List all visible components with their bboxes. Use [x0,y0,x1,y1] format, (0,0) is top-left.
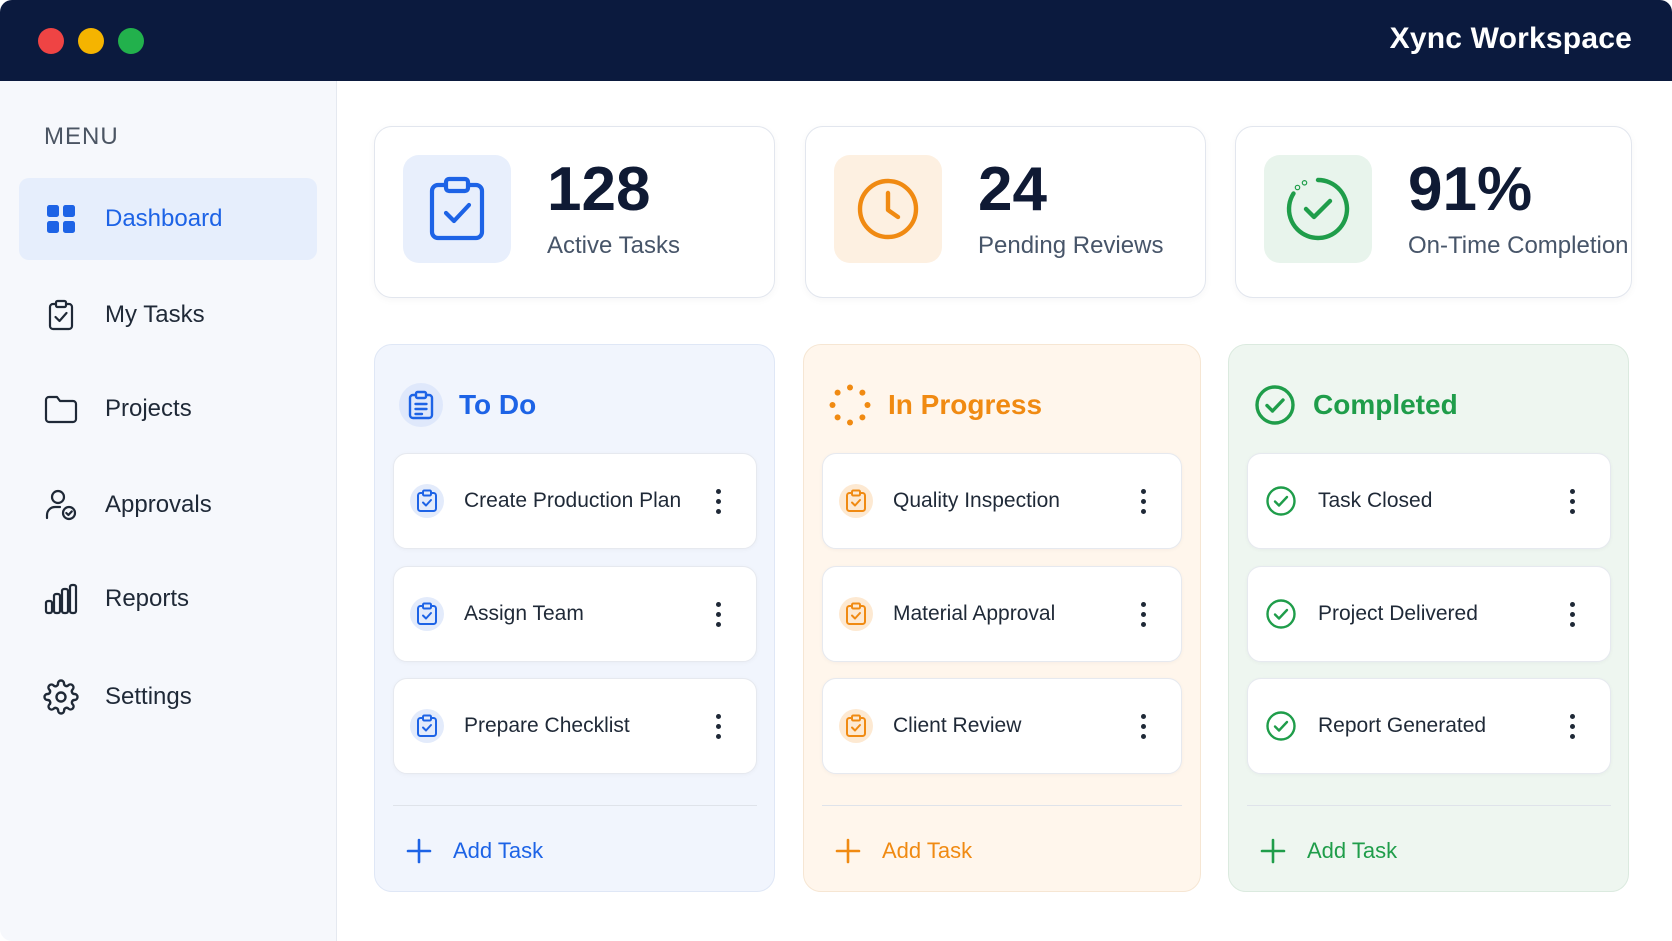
app-window: Xync Workspace MENU Dashboard My Tasks P… [0,0,1672,941]
spinner-icon [828,383,872,427]
column-title: In Progress [888,389,1043,420]
check-circle-icon [1264,155,1372,263]
divider [393,805,757,806]
add-task-label: Add Task [1307,838,1398,863]
grid-icon [43,201,79,237]
stat-value: 91% [1408,155,1533,224]
column-completed: Completed Task Closed Project Delivered [1228,344,1629,892]
main-content: 128 Active Tasks 24 Pending Reviews 91% … [337,81,1672,941]
task-title: Create Production Plan [464,489,682,512]
more-options-icon[interactable] [700,701,736,751]
stat-card-on-time-completion: 91% On-Time Completion [1235,126,1632,298]
divider [822,805,1182,806]
check-circle-icon [1264,709,1298,743]
stat-label: Active Tasks [547,232,680,259]
more-options-icon[interactable] [1554,589,1590,639]
more-options-icon[interactable] [1554,701,1590,751]
folder-icon [43,391,79,427]
stat-value: 128 [547,155,651,224]
sidebar-item-label: Approvals [105,491,212,518]
task-card[interactable]: Assign Team [393,566,757,662]
more-options-icon[interactable] [1125,589,1161,639]
column-title: Completed [1313,389,1458,420]
more-options-icon[interactable] [700,589,736,639]
clock-icon [834,155,942,263]
task-title: Assign Team [464,602,584,625]
check-circle-icon [1264,597,1298,631]
plus-icon [835,838,861,864]
sidebar-item-label: Settings [105,683,192,710]
stat-label: On-Time Completion [1408,232,1629,259]
more-options-icon[interactable] [1554,476,1590,526]
clipboard-check-icon [43,297,79,333]
column-to-do: To Do Create Production Plan Assign Team [374,344,775,892]
sidebar-item-reports[interactable]: Reports [19,558,317,640]
sidebar-item-label: Dashboard [105,205,223,232]
task-title: Prepare Checklist [464,714,630,737]
sidebar-item-label: My Tasks [105,301,205,328]
close-window-button[interactable] [38,28,64,54]
stat-card-pending-reviews: 24 Pending Reviews [805,126,1206,298]
task-card[interactable]: Prepare Checklist [393,678,757,774]
stat-label: Pending Reviews [978,232,1164,259]
app-title: Xync Workspace [1389,22,1632,55]
more-options-icon[interactable] [1125,701,1161,751]
sidebar-item-approvals[interactable]: Approvals [19,464,317,546]
check-circle-icon [1253,383,1297,427]
title-bar: Xync Workspace [0,0,1672,81]
check-circle-icon [1264,484,1298,518]
task-title: Client Review [893,714,1022,737]
divider [1247,805,1611,806]
stat-card-active-tasks: 128 Active Tasks [374,126,775,298]
maximize-window-button[interactable] [118,28,144,54]
sidebar-item-my-tasks[interactable]: My Tasks [19,274,317,356]
task-card[interactable]: Report Generated [1247,678,1611,774]
task-card[interactable]: Task Closed [1247,453,1611,549]
clipboard-check-icon [403,155,511,263]
sidebar: MENU Dashboard My Tasks Projects Approva… [0,81,337,941]
clipboard-check-icon [839,484,873,518]
sidebar-item-projects[interactable]: Projects [19,368,317,450]
plus-icon [406,838,432,864]
column-header: Completed [1253,381,1458,429]
clipboard-list-icon [399,383,443,427]
minimize-window-button[interactable] [78,28,104,54]
column-header: To Do [399,381,536,429]
sidebar-item-settings[interactable]: Settings [19,656,317,738]
task-card[interactable]: Project Delivered [1247,566,1611,662]
task-card[interactable]: Client Review [822,678,1182,774]
more-options-icon[interactable] [1125,476,1161,526]
task-card[interactable]: Create Production Plan [393,453,757,549]
task-card[interactable]: Material Approval [822,566,1182,662]
add-task-label: Add Task [882,838,973,863]
gear-icon [43,679,79,715]
column-title: To Do [459,389,537,420]
stat-value: 24 [978,155,1047,224]
clipboard-check-icon [410,484,444,518]
plus-icon [1260,838,1286,864]
add-task-button[interactable]: Add Task [1259,829,1397,873]
clipboard-check-icon [410,709,444,743]
clipboard-check-icon [410,597,444,631]
column-in-progress: In Progress Quality Inspection Material … [803,344,1201,892]
task-title: Quality Inspection [893,489,1060,512]
more-options-icon[interactable] [700,476,736,526]
clipboard-check-icon [839,709,873,743]
user-check-icon [43,487,79,523]
task-card[interactable]: Quality Inspection [822,453,1182,549]
bar-chart-icon [43,581,79,617]
clipboard-check-icon [839,597,873,631]
column-header: In Progress [828,381,1042,429]
sidebar-item-label: Reports [105,585,190,612]
add-task-button[interactable]: Add Task [405,829,543,873]
sidebar-item-label: Projects [105,395,192,422]
add-task-button[interactable]: Add Task [834,829,972,873]
sidebar-item-dashboard[interactable]: Dashboard [19,178,317,260]
task-title: Material Approval [893,602,1056,625]
menu-label: MENU [44,123,119,150]
task-title: Task Closed [1318,489,1433,512]
add-task-label: Add Task [453,838,544,863]
task-title: Report Generated [1318,714,1487,737]
task-title: Project Delivered [1318,602,1478,625]
